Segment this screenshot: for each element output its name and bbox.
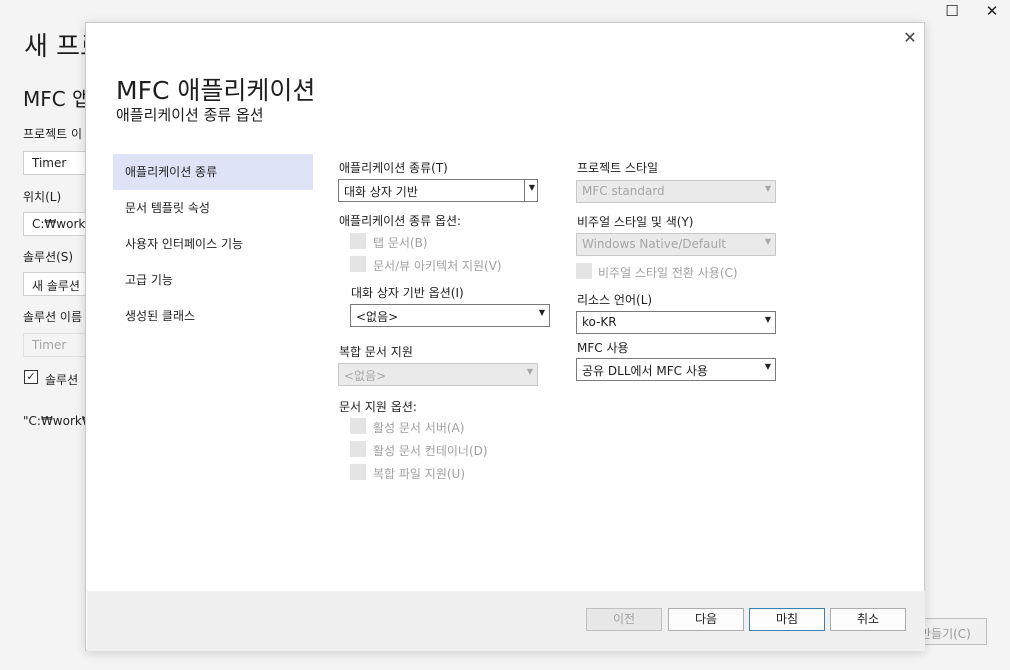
tabbed-documents-label: 탭 문서(B) [373,236,428,250]
place-in-directory-checkbox[interactable]: ✓ [24,370,38,384]
doc-view-support-label: 문서/뷰 아키텍처 지원(V) [373,259,502,273]
nav-item-document-template[interactable]: 문서 템플릿 속성 [113,190,313,226]
chevron-down-icon: ▼ [764,315,771,324]
project-name-label: 프로젝트 이 [23,127,83,141]
dialog-title: MFC 애플리케이션 [116,76,316,105]
doc-view-support-checkbox[interactable] [350,256,366,272]
background-subtitle: MFC 앱 [23,87,91,111]
nav-item-application-type[interactable]: 애플리케이션 종류 [113,154,313,190]
resource-language-select[interactable]: ko-KR ▼ [576,311,776,334]
mfc-application-dialog: ✕ MFC 애플리케이션 애플리케이션 종류 옵션 애플리케이션 종류 문서 템… [85,22,925,651]
resource-language-label: 리소스 언어(L) [577,293,653,307]
chevron-down-icon: ▼ [764,362,771,371]
doc-support-options-label: 문서 지원 옵션: [339,400,417,414]
chevron-down-icon: ▼ [538,308,545,317]
dialog-footer: 이전 다음 마침 취소 [87,591,925,651]
solution-label: 솔루션(S) [23,250,74,264]
compound-doc-label: 복합 문서 지원 [339,345,413,359]
next-button[interactable]: 다음 [668,608,744,631]
window-close-icon[interactable]: ✕ [981,2,1003,20]
visual-style-switch-checkbox[interactable] [576,263,592,279]
project-style-label: 프로젝트 스타일 [577,161,659,175]
maximize-icon[interactable]: ☐ [941,2,963,20]
dialog-close-icon[interactable]: ✕ [901,29,919,47]
place-in-directory-label: 솔루션 [45,373,79,387]
dialog-subtitle: 애플리케이션 종류 옵션 [116,106,264,124]
chevron-down-icon: ▼ [526,367,533,376]
use-mfc-select[interactable]: 공유 DLL에서 MFC 사용 ▼ [576,358,776,381]
app-type-label: 애플리케이션 종류(T) [339,161,448,175]
nav-item-generated-classes[interactable]: 생성된 클래스 [113,298,313,334]
cancel-button[interactable]: 취소 [830,608,906,631]
active-doc-container-label: 활성 문서 컨테이너(D) [373,444,488,458]
location-label: 위치(L) [23,190,62,204]
project-style-select[interactable]: MFC standard ▼ [576,180,776,203]
app-type-value: 대화 상자 기반 [344,185,418,199]
dialog-options-value: <없음> [356,310,399,324]
chevron-down-icon: ▼ [764,184,771,193]
back-button[interactable]: 이전 [586,608,662,631]
dialog-options-label: 대화 상자 기반 옵션(I) [351,286,464,300]
active-doc-server-checkbox[interactable] [350,418,366,434]
visual-style-value: Windows Native/Default [582,237,727,251]
compound-doc-select[interactable]: <없음> ▼ [338,363,538,386]
visual-style-label: 비주얼 스타일 및 색(Y) [577,215,694,229]
active-doc-container-checkbox[interactable] [350,441,366,457]
resource-language-value: ko-KR [582,315,617,329]
use-mfc-label: MFC 사용 [577,341,629,355]
chevron-down-icon: ▼ [528,183,535,192]
compound-file-support-label: 복합 파일 지원(U) [373,467,466,481]
finish-button[interactable]: 마침 [749,608,825,631]
chevron-down-icon: ▼ [764,237,771,246]
options-nav: 애플리케이션 종류 문서 템플릿 속성 사용자 인터페이스 기능 고급 기능 생… [113,154,313,334]
use-mfc-value: 공유 DLL에서 MFC 사용 [582,364,708,378]
visual-style-switch-label: 비주얼 스타일 전환 사용(C) [598,266,738,280]
compound-doc-value: <없음> [344,369,387,383]
tabbed-documents-checkbox[interactable] [350,233,366,249]
active-doc-server-label: 활성 문서 서버(A) [373,421,465,435]
visual-style-select[interactable]: Windows Native/Default ▼ [576,233,776,256]
app-type-options-label: 애플리케이션 종류 옵션: [339,214,462,228]
nav-item-user-interface[interactable]: 사용자 인터페이스 기능 [113,226,313,262]
compound-file-support-checkbox[interactable] [350,464,366,480]
project-style-value: MFC standard [582,184,665,198]
app-type-combo[interactable]: 대화 상자 기반 ▼ [338,179,538,202]
dialog-options-select[interactable]: <없음> ▼ [350,304,550,327]
nav-item-advanced-features[interactable]: 고급 기능 [113,262,313,298]
solution-name-label: 솔루션 이름 [23,310,83,324]
